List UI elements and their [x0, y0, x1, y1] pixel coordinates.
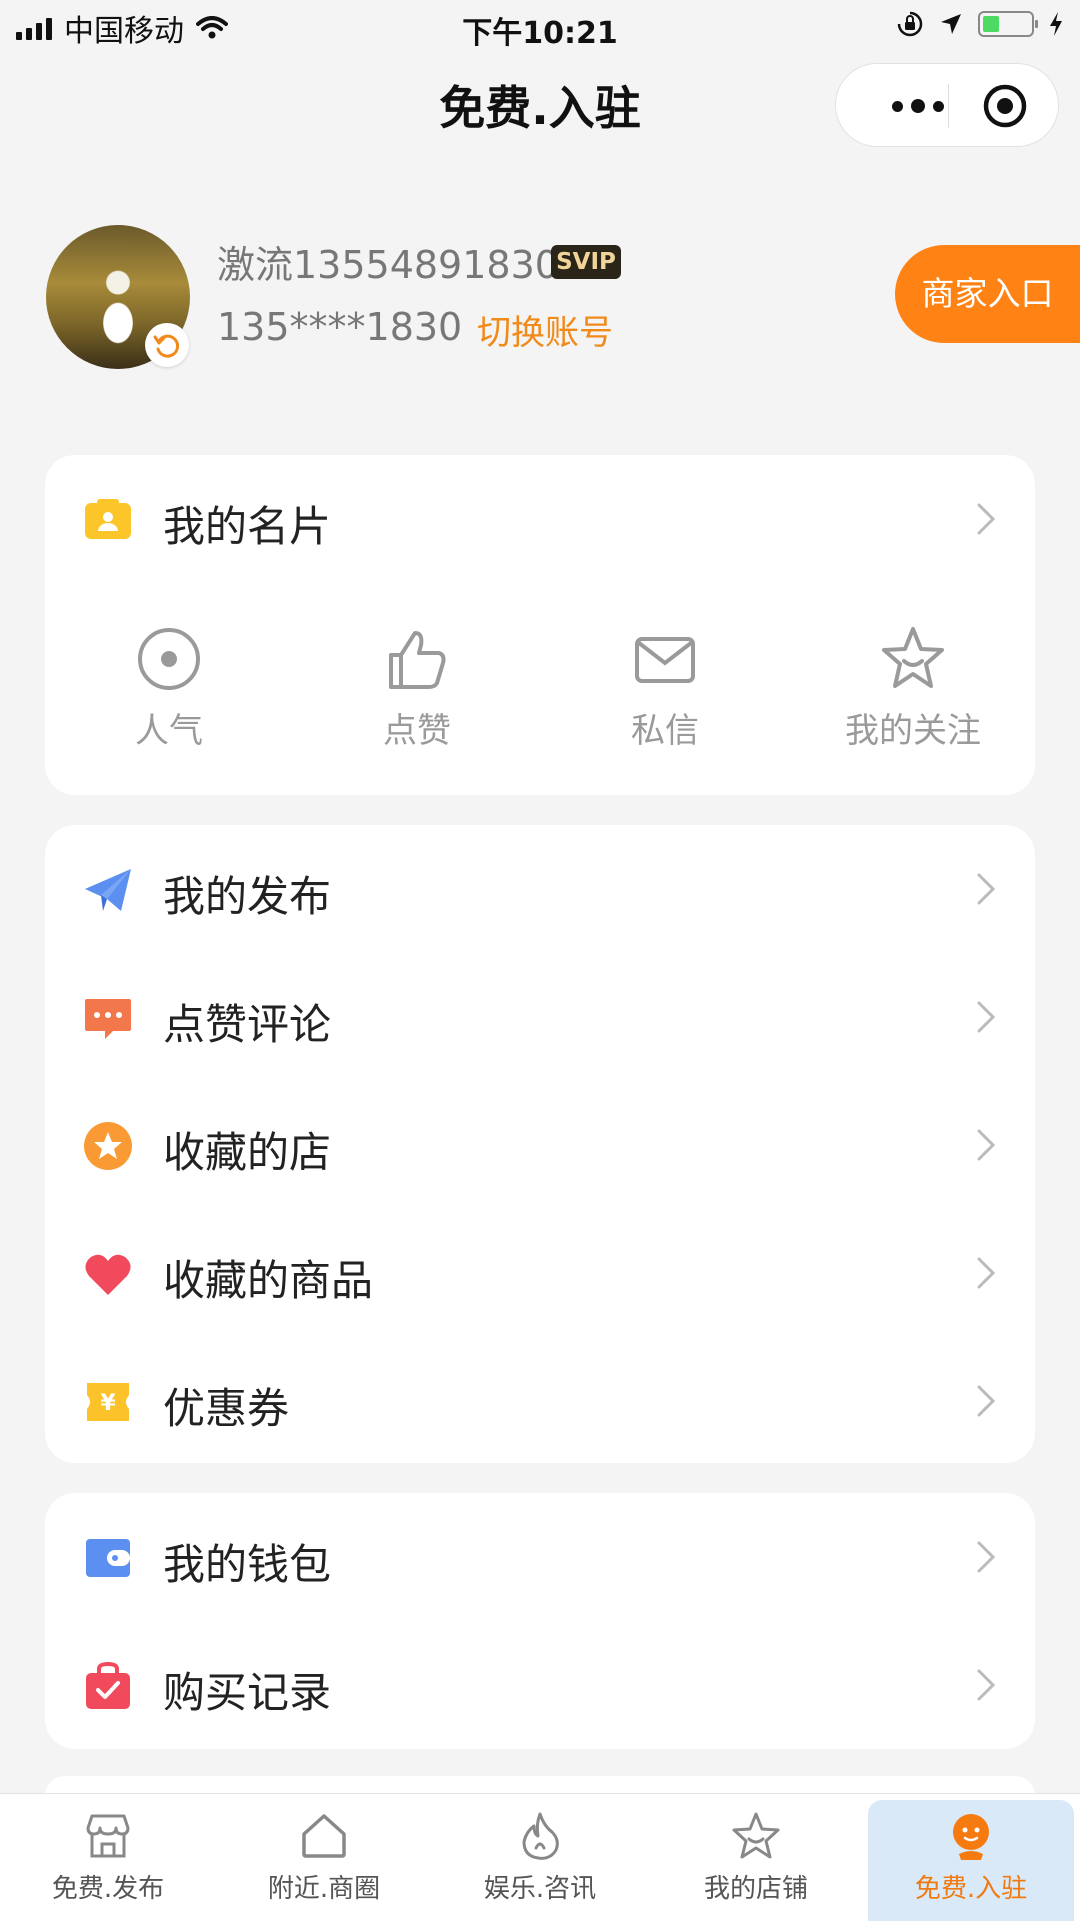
stat-popularity[interactable]: 人气 — [45, 625, 293, 755]
chevron-right-icon — [977, 1669, 996, 1701]
menu-item-saved-products[interactable]: 收藏的商品 — [45, 1209, 1035, 1337]
star-smile-icon — [882, 627, 944, 688]
stat-label: 我的关注 — [845, 711, 981, 751]
tab-label: 附近.商圈 — [267, 1874, 381, 1904]
tab-my-shop[interactable]: 我的店铺 — [648, 1794, 864, 1921]
store-icon — [86, 1814, 130, 1858]
capsule-divider — [948, 84, 949, 128]
status-right — [896, 10, 1064, 38]
row-label: 我的发布 — [163, 872, 332, 921]
heart-icon — [85, 1254, 131, 1295]
menu-item-purchase-history[interactable]: 购买记录 — [45, 1621, 1035, 1749]
tab-entertainment[interactable]: 娱乐.咨讯 — [432, 1794, 648, 1921]
close-target-icon[interactable] — [982, 83, 1028, 129]
row-label: 我的钱包 — [163, 1540, 332, 1589]
row-label: 优惠券 — [163, 1384, 290, 1433]
orientation-lock-icon — [897, 11, 923, 37]
tab-nearby[interactable]: 附近.商圈 — [216, 1794, 432, 1921]
menu-item-saved-shops[interactable]: 收藏的店 — [45, 1081, 1035, 1209]
merchant-entry-button[interactable]: 商家入口 — [895, 245, 1080, 343]
location-arrow-icon — [941, 14, 961, 34]
chat-bubble-icon — [85, 999, 131, 1039]
menu-item-likes-comments[interactable]: 点赞评论 — [45, 953, 1035, 1081]
popularity-icon — [138, 628, 200, 690]
chevron-right-icon — [977, 1385, 996, 1417]
row-label: 我的名片 — [163, 502, 332, 551]
chevron-right-icon — [977, 1001, 996, 1033]
username: 激流13554891830 — [217, 243, 559, 287]
refresh-icon[interactable] — [145, 323, 189, 367]
charging-bolt-icon — [1050, 12, 1062, 36]
row-label: 收藏的店 — [163, 1128, 332, 1177]
chevron-right-icon — [977, 1257, 996, 1289]
battery-icon — [978, 11, 1038, 37]
more-icon[interactable] — [870, 91, 966, 121]
tab-free-publish[interactable]: 免费.发布 — [0, 1794, 216, 1921]
home-icon — [302, 1814, 346, 1858]
stat-following[interactable]: 我的关注 — [789, 625, 1037, 755]
id-card-icon — [85, 499, 131, 539]
tab-label: 我的店铺 — [703, 1874, 808, 1904]
menu-item-coupons[interactable]: ¥ 优惠券 — [45, 1337, 1035, 1465]
tab-label: 免费.发布 — [51, 1874, 165, 1904]
chevron-right-icon — [977, 1129, 996, 1161]
mini-program-capsule — [835, 63, 1059, 147]
stat-label: 私信 — [631, 711, 699, 751]
svip-badge: SVIP — [551, 245, 621, 279]
activity-menu-panel: 我的发布 点赞评论 收藏的店 收藏的商品 ¥ 优惠券 — [45, 825, 1035, 1463]
stat-label: 人气 — [135, 711, 203, 751]
tab-label: 娱乐.咨讯 — [483, 1874, 597, 1904]
person-icon — [953, 1814, 989, 1860]
svg-text:¥: ¥ — [100, 1391, 116, 1416]
row-label: 购买记录 — [163, 1668, 332, 1717]
wallet-icon — [86, 1539, 130, 1577]
paper-plane-icon — [85, 869, 131, 911]
thumbs-up-icon — [389, 631, 446, 689]
switch-account-link[interactable]: 切换账号 — [477, 305, 613, 354]
my-business-card-row[interactable]: 我的名片 — [45, 455, 1035, 583]
status-bar: 中国移动 下午10:21 — [0, 0, 1080, 54]
chevron-right-icon — [977, 873, 996, 905]
row-label: 收藏的商品 — [163, 1256, 374, 1305]
star-circle-icon — [84, 1122, 132, 1170]
row-label: 点赞评论 — [163, 1000, 332, 1049]
flame-icon — [522, 1812, 559, 1860]
menu-item-my-posts[interactable]: 我的发布 — [45, 825, 1035, 953]
phone-number: 135****1830 — [217, 305, 463, 349]
coupon-icon: ¥ — [87, 1383, 129, 1421]
menu-item-wallet[interactable]: 我的钱包 — [45, 1493, 1035, 1621]
star-icon — [732, 1812, 780, 1859]
shopping-bag-icon — [86, 1661, 130, 1709]
stat-likes[interactable]: 点赞 — [293, 625, 541, 755]
bottom-tab-bar: 免费.发布 附近.商圈 娱乐.咨讯 我的店铺 免费.入驻 — [0, 1793, 1080, 1921]
tab-label: 免费.入驻 — [914, 1874, 1028, 1904]
business-card-panel: 我的名片 人气 点赞 私信 我的关注 — [45, 455, 1035, 795]
stat-messages[interactable]: 私信 — [541, 625, 789, 755]
chevron-right-icon — [977, 1541, 996, 1573]
stat-label: 点赞 — [383, 711, 451, 751]
tab-free-join[interactable]: 免费.入驻 — [868, 1800, 1074, 1921]
chevron-right-icon — [977, 503, 996, 535]
envelope-icon — [635, 637, 695, 683]
wallet-menu-panel: 我的钱包 购买记录 — [45, 1493, 1035, 1749]
